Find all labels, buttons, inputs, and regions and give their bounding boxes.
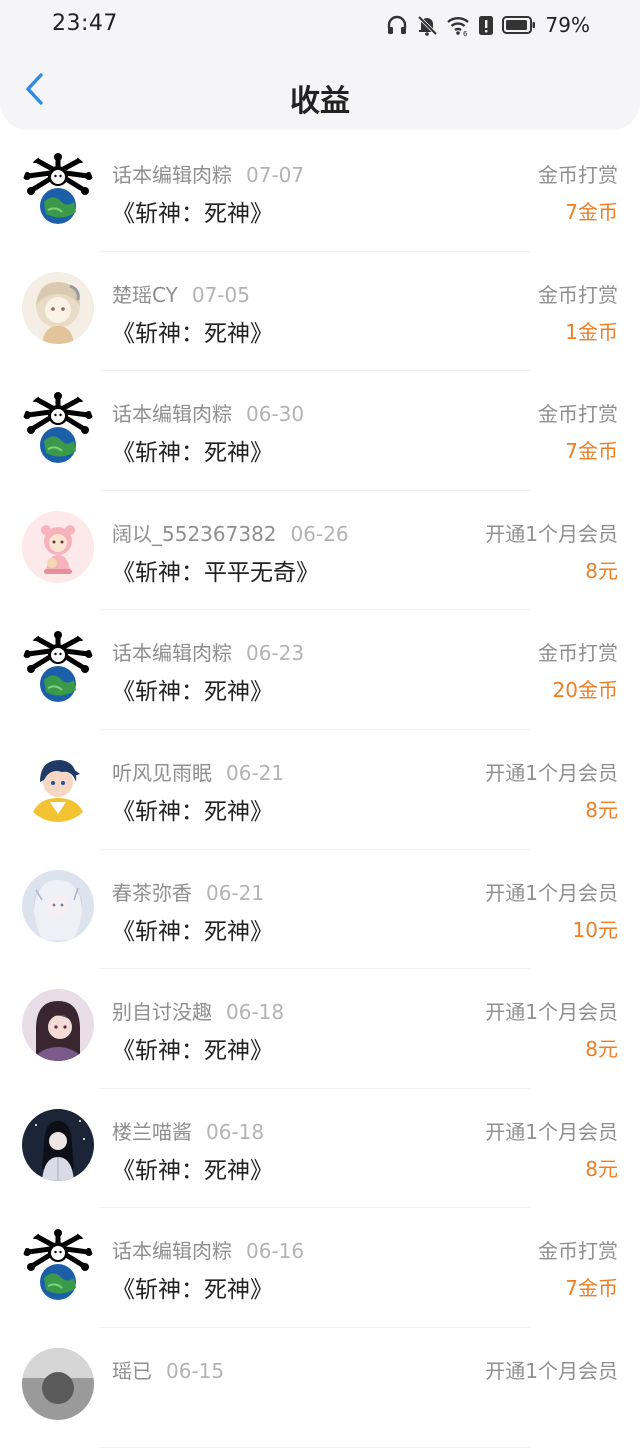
user-line: 话本编辑肉粽 07-07 — [112, 159, 304, 188]
income-record-row[interactable]: 话本编辑肉粽 06-16 《斩神：死神》 金币打赏 7金币 — [0, 1208, 640, 1328]
user-line: 别自讨没趣 06-18 — [112, 996, 284, 1025]
work-title: 《斩神：死神》 — [112, 1277, 273, 1304]
user-line: 话本编辑肉粽 06-23 — [112, 637, 304, 666]
income-amount: 7金币 — [565, 1276, 618, 1301]
record-date: 06-21 — [206, 880, 265, 905]
record-date: 06-18 — [206, 1119, 265, 1144]
work-title: 《斩神：死神》 — [112, 440, 273, 467]
income-type: 开通1个月会员 — [485, 1000, 618, 1025]
battery-icon — [501, 15, 536, 35]
user-line: 楼兰喵酱 06-18 — [112, 1116, 264, 1145]
income-type: 开通1个月会员 — [485, 760, 618, 785]
user-name[interactable]: 阔以_552367382 — [112, 522, 277, 546]
status-time: 23:47 — [52, 11, 118, 36]
wifi-icon: 6 — [446, 14, 470, 36]
user-name[interactable]: 话本编辑肉粽 — [112, 1239, 232, 1263]
user-avatar[interactable] — [22, 152, 94, 224]
income-amount: 7金币 — [565, 200, 618, 224]
user-name[interactable]: 话本编辑肉粽 — [112, 402, 232, 426]
user-name[interactable]: 瑶已 — [112, 1359, 152, 1383]
user-avatar[interactable] — [22, 1108, 94, 1181]
income-record-row[interactable]: 话本编辑肉粽 06-23 《斩神：死神》 金币打赏 20金币 — [0, 610, 640, 730]
income-amount: 1金币 — [565, 319, 618, 344]
income-amount: 8元 — [585, 1156, 618, 1181]
user-avatar[interactable] — [22, 749, 94, 822]
income-type: 金币打赏 — [538, 402, 618, 427]
user-line: 阔以_552367382 06-26 — [112, 518, 349, 547]
user-line: 话本编辑肉粽 06-16 — [112, 1235, 304, 1264]
income-amount: 8元 — [585, 1037, 618, 1062]
income-type: 金币打赏 — [538, 163, 618, 187]
income-record-row[interactable]: 话本编辑肉粽 06-30 《斩神：死神》 金币打赏 7金币 — [0, 371, 640, 491]
income-type: 开通1个月会员 — [485, 521, 618, 546]
record-date: 06-23 — [246, 641, 305, 666]
record-date: 06-15 — [166, 1358, 225, 1383]
work-title: 《斩神：死神》 — [112, 798, 273, 825]
income-type: 金币打赏 — [538, 282, 618, 307]
work-title: 《斩神：死神》 — [112, 1157, 273, 1184]
record-date: 06-21 — [226, 760, 285, 785]
income-amount: 8元 — [585, 797, 618, 822]
user-line: 话本编辑肉粽 06-30 — [112, 398, 304, 427]
svg-text:6: 6 — [463, 30, 468, 36]
user-avatar[interactable] — [22, 1228, 94, 1301]
income-type: 金币打赏 — [538, 641, 618, 666]
user-avatar[interactable] — [22, 391, 94, 464]
record-date: 07-07 — [246, 163, 305, 187]
user-name[interactable]: 楚瑶CY — [112, 283, 178, 307]
income-amount: 7金币 — [565, 439, 618, 464]
work-title: 《斩神：死神》 — [112, 1038, 273, 1065]
user-line: 瑶已 06-15 — [112, 1355, 224, 1384]
income-record-row[interactable]: 话本编辑肉粽 07-07 《斩神：死神》 金币打赏 7金币 — [0, 132, 640, 252]
income-record-row[interactable]: 楚瑶CY 07-05 《斩神：死神》 金币打赏 1金币 — [0, 252, 640, 372]
headphones-icon — [386, 14, 408, 36]
header: 收益 — [0, 52, 640, 130]
income-amount: 8元 — [585, 558, 618, 583]
user-name[interactable]: 春茶弥香 — [112, 881, 192, 905]
status-bar: 23:47 6 79% — [0, 0, 640, 52]
user-line: 春茶弥香 06-21 — [112, 877, 264, 906]
income-record-row[interactable]: 阔以_552367382 06-26 《斩神：平平无奇》 开通1个月会员 8元 — [0, 491, 640, 611]
page-title: 收益 — [290, 84, 350, 119]
income-record-row[interactable]: 听风见雨眠 06-21 《斩神：死神》 开通1个月会员 8元 — [0, 730, 640, 850]
record-date: 06-16 — [246, 1239, 305, 1264]
work-title: 《斩神：死神》 — [112, 201, 273, 227]
work-title: 《斩神：平平无奇》 — [112, 559, 319, 586]
user-avatar[interactable] — [22, 989, 94, 1062]
user-avatar[interactable] — [22, 1347, 94, 1420]
record-date: 07-05 — [191, 282, 250, 307]
income-amount: 10元 — [572, 917, 618, 942]
income-record-row[interactable]: 楼兰喵酱 06-18 《斩神：死神》 开通1个月会员 8元 — [0, 1089, 640, 1209]
user-line: 听风见雨眠 06-21 — [112, 757, 284, 786]
user-name[interactable]: 话本编辑肉粽 — [112, 641, 232, 665]
work-title: 《斩神：死神》 — [112, 679, 273, 706]
income-type: 开通1个月会员 — [485, 1358, 618, 1383]
income-list: 话本编辑肉粽 07-07 《斩神：死神》 金币打赏 7金币 楚瑶CY 07-05 《斩神：死神… — [0, 132, 640, 1448]
user-name[interactable]: 话本编辑肉粽 — [112, 163, 232, 187]
user-name[interactable]: 听风见雨眠 — [112, 761, 212, 785]
user-name[interactable]: 别自讨没趣 — [112, 1000, 212, 1024]
user-avatar[interactable] — [22, 271, 94, 344]
user-avatar[interactable] — [22, 510, 94, 583]
mute-bell-icon — [416, 14, 438, 36]
work-title: 《斩神：死神》 — [112, 918, 273, 945]
user-line: 楚瑶CY 07-05 — [112, 279, 250, 308]
record-date: 06-26 — [290, 521, 349, 546]
alert-icon — [478, 14, 494, 36]
record-date: 06-18 — [226, 1000, 285, 1025]
work-title: 《斩神：死神》 — [112, 320, 273, 347]
income-type: 金币打赏 — [538, 1239, 618, 1264]
income-type: 开通1个月会员 — [485, 880, 618, 905]
user-name[interactable]: 楼兰喵酱 — [112, 1120, 192, 1144]
income-record-row[interactable]: 春茶弥香 06-21 《斩神：死神》 开通1个月会员 10元 — [0, 850, 640, 970]
income-amount: 20金币 — [552, 678, 618, 703]
status-icons: 6 79% — [386, 12, 590, 38]
income-record-row[interactable]: 别自讨没趣 06-18 《斩神：死神》 开通1个月会员 8元 — [0, 969, 640, 1089]
user-avatar[interactable] — [22, 630, 94, 703]
user-avatar[interactable] — [22, 869, 94, 942]
battery-percent: 79% — [545, 13, 590, 37]
income-type: 开通1个月会员 — [485, 1119, 618, 1144]
record-date: 06-30 — [246, 402, 305, 427]
income-record-row[interactable]: 瑶已 06-15 开通1个月会员 — [0, 1328, 640, 1448]
